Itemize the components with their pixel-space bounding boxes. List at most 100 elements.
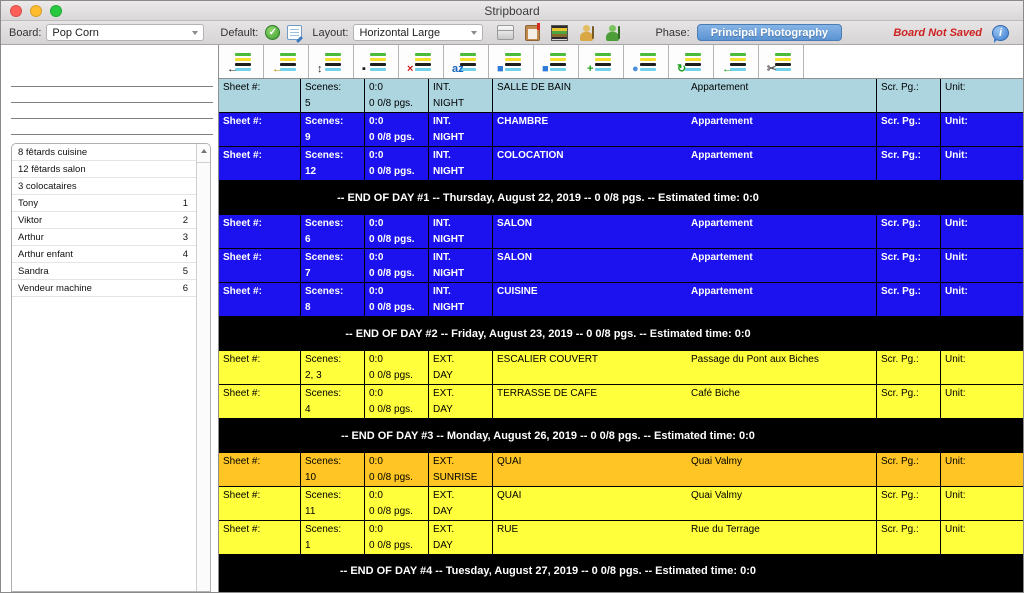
board-select[interactable]: Pop Corn xyxy=(46,24,204,41)
location-cell: Appartement 1,2 xyxy=(691,113,876,129)
script-page-value xyxy=(881,266,940,282)
sheet-label: Sheet #: xyxy=(223,352,300,368)
set-name: SALON xyxy=(493,249,691,265)
strip-row[interactable]: Sheet #: Scenes: 9 0:0 0 0/8 pgs. INT. N… xyxy=(219,113,1023,147)
strip-row[interactable]: Sheet #: Scenes: 2, 3 0:0 0 0/8 pgs. EXT… xyxy=(219,351,1023,385)
insert-strip-before-button[interactable]: ← xyxy=(219,45,264,78)
script-page-cell: Scr. Pg.: xyxy=(877,487,941,520)
day-night-value: SUNRISE xyxy=(433,470,492,486)
character-list-scrollbar[interactable] xyxy=(196,144,210,591)
sheet-value xyxy=(223,130,300,146)
character-list-item[interactable]: 12 fêtards salon xyxy=(12,161,196,178)
sort-field-slot[interactable] xyxy=(11,71,213,87)
int-ext-value: INT. xyxy=(433,284,492,300)
unit-value xyxy=(945,96,1023,112)
minimize-button[interactable] xyxy=(30,5,42,17)
sort-field-slot[interactable] xyxy=(11,87,213,103)
character-list-item[interactable]: 8 fêtards cuisine xyxy=(12,144,196,161)
board-status: Board Not Saved xyxy=(893,27,982,39)
strip-row[interactable]: Sheet #: Scenes: 4 0:0 0 0/8 pgs. EXT. D… xyxy=(219,385,1023,419)
scenes-value: 6 xyxy=(305,232,364,248)
day-night-value: NIGHT xyxy=(433,164,492,180)
package-icon[interactable] xyxy=(497,25,514,40)
script-page-value xyxy=(881,232,940,248)
location-cell: Passage du Pont aux Biches 1 xyxy=(691,351,876,367)
insert-strip-after-button[interactable]: ← xyxy=(264,45,309,78)
time-value: 0:0 xyxy=(369,114,428,130)
close-button[interactable] xyxy=(10,5,22,17)
sheet-cell: Sheet #: xyxy=(219,521,301,554)
strip-row[interactable]: Sheet #: Scenes: 10 0:0 0 0/8 pgs. EXT. … xyxy=(219,453,1023,487)
character-list-item[interactable]: Viktor 2 xyxy=(12,212,196,229)
strip-row[interactable]: Sheet #: Scenes: 7 0:0 0 0/8 pgs. INT. N… xyxy=(219,249,1023,283)
scroll-up-icon[interactable] xyxy=(197,149,210,163)
strip-row[interactable]: Sheet #: Scenes: 6 0:0 0 0/8 pgs. INT. N… xyxy=(219,215,1023,249)
stripboard-stack-icon[interactable] xyxy=(551,25,568,41)
sheet-label: Sheet #: xyxy=(223,522,300,538)
layout-select[interactable]: Horizontal Large xyxy=(353,24,483,41)
end-of-day-separator: -- END OF DAY #4 -- Tuesday, August 27, … xyxy=(219,555,1023,592)
character-list-item[interactable]: Tony 1 xyxy=(12,195,196,212)
location-cell: Rue du Terrage 1,6 xyxy=(691,521,876,537)
delete-strip-button[interactable]: × xyxy=(399,45,444,78)
set-location-cell: CUISINE Appartement 1,2 xyxy=(493,283,877,316)
end-of-day-text: -- END OF DAY #1 -- Thursday, August 22,… xyxy=(219,192,877,204)
sheet-label: Sheet #: xyxy=(223,250,300,266)
info-icon[interactable]: i xyxy=(992,25,1009,41)
character-list-item[interactable]: Arthur enfant 4 xyxy=(12,246,196,263)
import-strips-button[interactable]: ← xyxy=(714,45,759,78)
character-list: 8 fêtards cuisine 12 fêtards salon 3 col… xyxy=(11,143,211,592)
character-list-item[interactable]: 3 colocataires xyxy=(12,178,196,195)
sort-field-slot[interactable] xyxy=(11,119,213,135)
layout-select-value: Horizontal Large xyxy=(359,27,440,39)
strip-row[interactable]: Sheet #: Scenes: 8 0:0 0 0/8 pgs. INT. N… xyxy=(219,283,1023,317)
set-name: CUISINE xyxy=(493,283,691,299)
merge-strips-button[interactable]: ▪ xyxy=(354,45,399,78)
set-location-cell: QUAI Quai Valmy 1,2 xyxy=(493,487,877,520)
strip-row[interactable]: Sheet #: Scenes: 1 0:0 0 0/8 pgs. EXT. D… xyxy=(219,521,1023,555)
int-ext-value: EXT. xyxy=(433,352,492,368)
int-ext-value: EXT. xyxy=(433,488,492,504)
character-list-item[interactable]: Sandra 5 xyxy=(12,263,196,280)
save-strips-as-button[interactable]: ■ xyxy=(534,45,579,78)
script-page-label: Scr. Pg.: xyxy=(881,80,940,96)
unit-label: Unit: xyxy=(945,216,1023,232)
strip-row[interactable]: Sheet #: Scenes: 5 0:0 0 0/8 pgs. INT. N… xyxy=(219,79,1023,113)
strip-row[interactable]: Sheet #: Scenes: 11 0:0 0 0/8 pgs. EXT. … xyxy=(219,487,1023,521)
refresh-strips-button[interactable]: ↻ xyxy=(669,45,714,78)
split-strip-button[interactable]: ✂ xyxy=(759,45,804,78)
sheet-cell: Sheet #: xyxy=(219,215,301,248)
clipboard-flag-icon[interactable] xyxy=(525,25,540,41)
save-strips-button[interactable]: ■ xyxy=(489,45,534,78)
script-page-value xyxy=(881,368,940,384)
scenes-cell: Scenes: 9 xyxy=(301,113,365,146)
edit-form-icon[interactable] xyxy=(287,25,302,40)
sort-field-slot[interactable] xyxy=(11,103,213,119)
add-strip-button[interactable]: + xyxy=(579,45,624,78)
scenes-value: 9 xyxy=(305,130,364,146)
recolor-strip-button[interactable]: ● xyxy=(624,45,669,78)
person-rake-icon[interactable] xyxy=(605,25,620,41)
phase-button[interactable]: Principal Photography xyxy=(697,24,842,41)
reorder-strips-button[interactable]: ↕ xyxy=(309,45,354,78)
strip-row[interactable]: Sheet #: Scenes: 12 0:0 0 0/8 pgs. INT. … xyxy=(219,147,1023,181)
character-list-item[interactable]: Vendeur machine 6 xyxy=(12,280,196,297)
sheet-cell: Sheet #: xyxy=(219,351,301,384)
time-pages-cell: 0:0 0 0/8 pgs. xyxy=(365,79,429,112)
character-list-item[interactable]: Arthur 3 xyxy=(12,229,196,246)
pages-value: 0 0/8 pgs. xyxy=(369,402,428,418)
script-page-cell: Scr. Pg.: xyxy=(877,215,941,248)
sheet-value xyxy=(223,300,300,316)
day-night-value: NIGHT xyxy=(433,300,492,316)
script-page-cell: Scr. Pg.: xyxy=(877,351,941,384)
zoom-button[interactable] xyxy=(50,5,62,17)
confirm-default-icon[interactable]: ✓ xyxy=(265,25,280,40)
person-flag-icon[interactable] xyxy=(579,25,594,41)
end-of-day-separator: -- END OF DAY #2 -- Friday, August 23, 2… xyxy=(219,317,1023,351)
pages-value: 0 0/8 pgs. xyxy=(369,96,428,112)
sort-strips-az-button[interactable]: az xyxy=(444,45,489,78)
character-board-id: 1 xyxy=(183,198,188,209)
unit-cell: Unit: xyxy=(941,385,1023,418)
script-page-cell: Scr. Pg.: xyxy=(877,283,941,316)
sheet-value xyxy=(223,504,300,520)
